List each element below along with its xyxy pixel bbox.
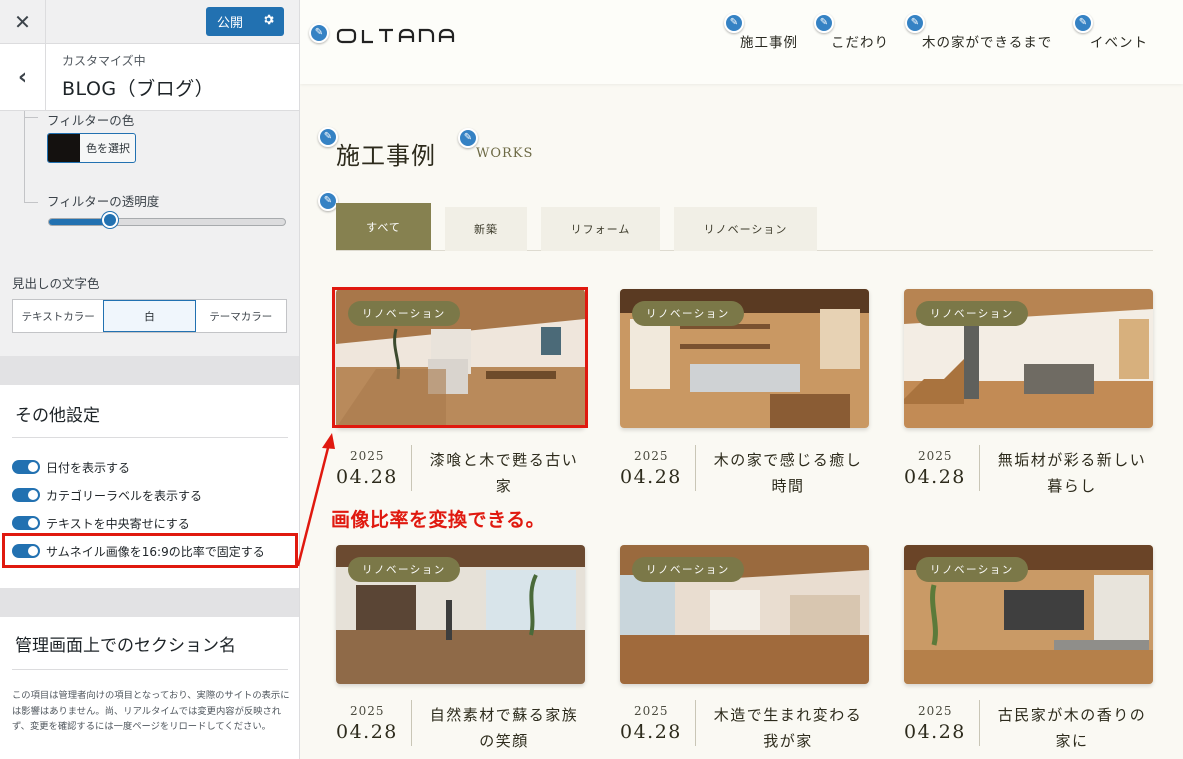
annotation-arrow [296, 433, 335, 567]
